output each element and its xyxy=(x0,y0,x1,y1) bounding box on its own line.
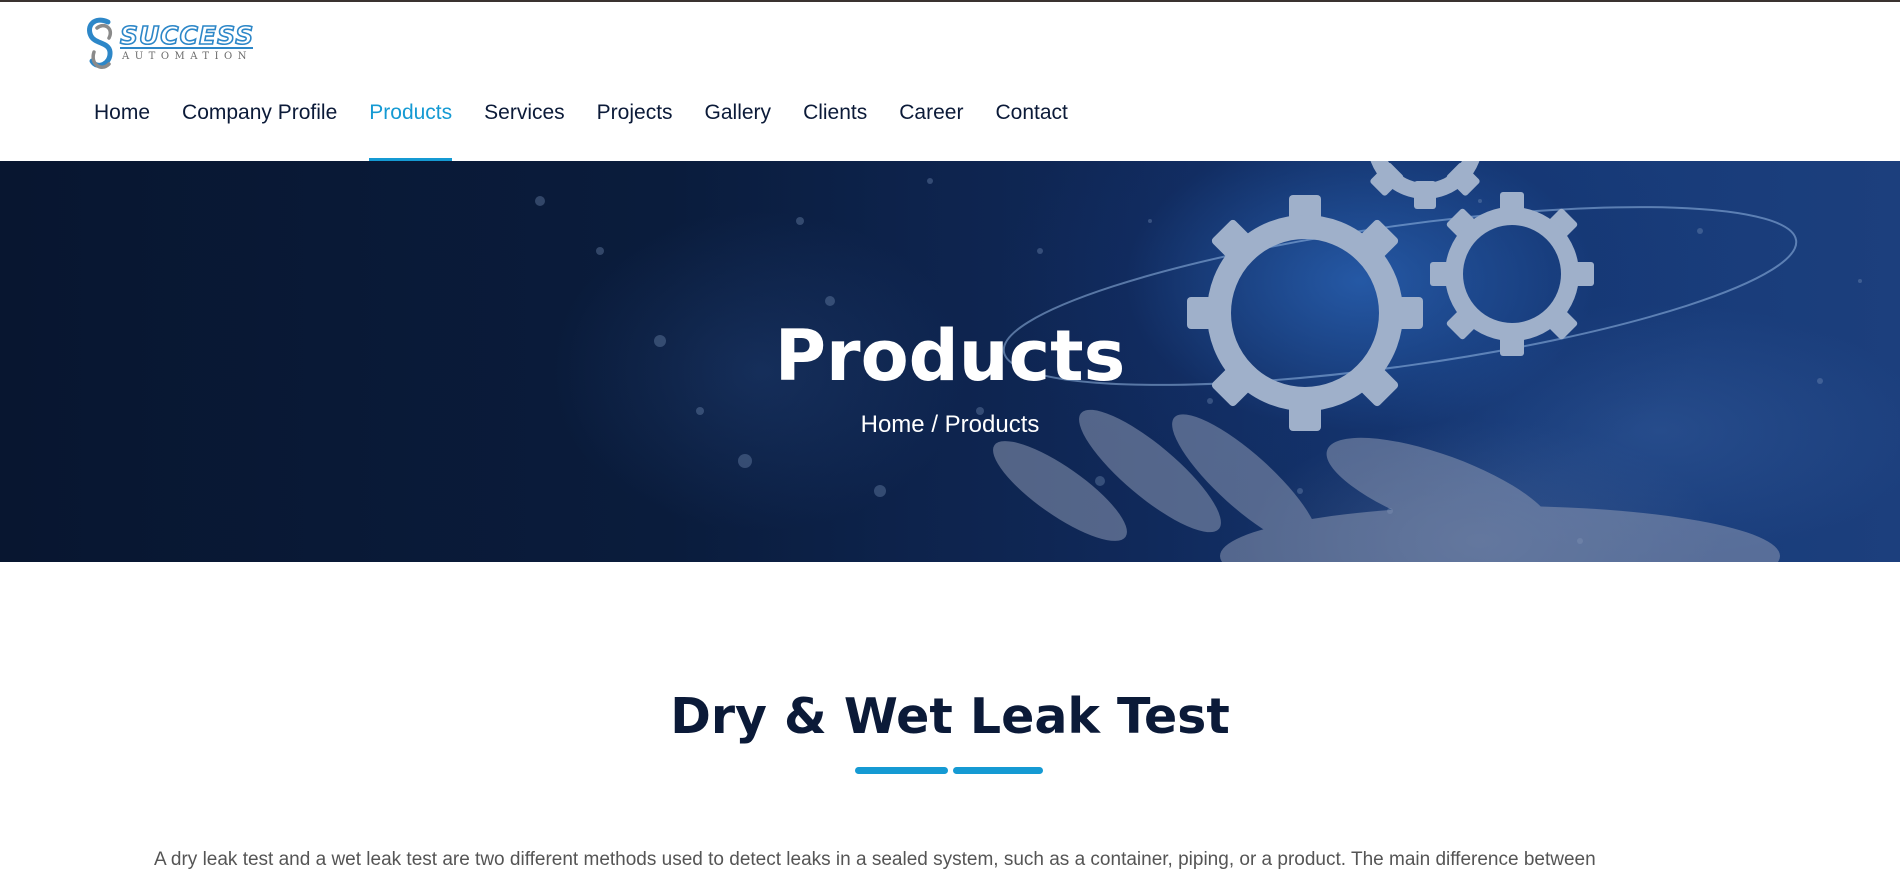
breadcrumb: Home / Products xyxy=(0,411,1900,439)
main-nav: Home Company Profile Products Services P… xyxy=(78,101,1084,161)
nav-career[interactable]: Career xyxy=(899,101,963,161)
top-gear-icon xyxy=(1370,161,1480,209)
hero-banner: Products Home / Products xyxy=(0,161,1900,562)
section-title: Dry & Wet Leak Test xyxy=(670,688,1230,745)
breadcrumb-separator: / xyxy=(931,411,938,438)
section-intro-text: A dry leak test and a wet leak test are … xyxy=(154,849,1596,870)
site-header: SUCCESS AUTOMATION Home Company Profile … xyxy=(0,2,1900,161)
breadcrumb-current: Products xyxy=(944,411,1040,438)
nav-services[interactable]: Services xyxy=(484,101,565,161)
breadcrumb-home-link[interactable]: Home xyxy=(861,411,925,438)
nav-projects[interactable]: Projects xyxy=(597,101,673,161)
nav-products[interactable]: Products xyxy=(369,101,452,161)
logo-wordmark: SUCCESS xyxy=(119,20,255,51)
nav-contact[interactable]: Contact xyxy=(995,101,1067,161)
hero-title: Products xyxy=(774,315,1126,397)
nav-gallery[interactable]: Gallery xyxy=(705,101,772,161)
nav-home[interactable]: Home xyxy=(94,101,150,161)
site-logo[interactable]: SUCCESS AUTOMATION xyxy=(84,14,254,72)
logo-divider xyxy=(120,47,253,49)
title-underline-left xyxy=(855,767,948,774)
logo-mark-icon xyxy=(87,17,113,69)
nav-company-profile[interactable]: Company Profile xyxy=(182,101,337,161)
title-underline-right xyxy=(953,767,1043,774)
logo-tagline: AUTOMATION xyxy=(122,51,252,62)
nav-clients[interactable]: Clients xyxy=(803,101,867,161)
